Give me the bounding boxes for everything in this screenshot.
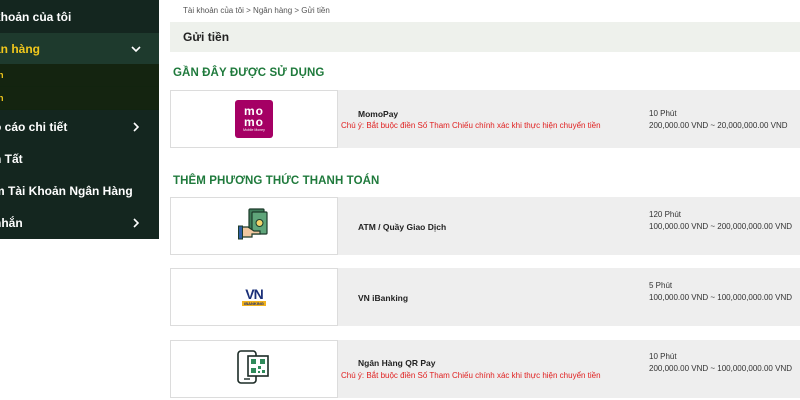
- method-range: 200,000.00 VND ~ 100,000,000.00 VND: [649, 364, 792, 373]
- section-title-recent: GẦN ĐÂY ĐƯỢC SỬ DỤNG: [173, 67, 325, 79]
- sidebar-item-label: khoản của tôi: [0, 10, 72, 24]
- method-range: 100,000.00 VND ~ 100,000,000.00 VND: [649, 293, 792, 302]
- sidebar-item-complete[interactable]: n Tất: [0, 143, 159, 175]
- cash-hand-icon: [238, 207, 270, 246]
- sidebar-item-label: o cáo chi tiết: [0, 120, 68, 134]
- momo-logo: mo mo Mobile Money: [235, 100, 273, 138]
- method-name: Ngân Hàng QR Pay: [358, 358, 436, 368]
- sidebar-subitem-withdraw[interactable]: n: [0, 87, 159, 109]
- vn-ibanking-logo: VN iBANKING: [242, 286, 266, 306]
- method-logo: VN iBANKING: [170, 268, 338, 326]
- payment-method-atm[interactable]: ATM / Quầy Giao Dịch 120 Phút 100,000.00…: [170, 197, 800, 255]
- chevron-right-icon[interactable]: [129, 120, 143, 134]
- sidebar-item-messages[interactable]: nhắn: [0, 207, 159, 239]
- method-range: 200,000.00 VND ~ 20,000,000.00 VND: [649, 121, 788, 130]
- method-logo: [170, 197, 338, 255]
- qr-phone-icon: [234, 347, 274, 392]
- section-title-add: THÊM PHƯƠNG THỨC THANH TOÁN: [173, 175, 380, 187]
- method-name: ATM / Quầy Giao Dịch: [358, 222, 447, 232]
- sidebar-subitem-deposit[interactable]: n: [0, 64, 159, 86]
- sidebar-item-my-account[interactable]: khoản của tôi: [0, 1, 159, 33]
- sidebar-item-reports[interactable]: o cáo chi tiết: [0, 111, 159, 143]
- method-logo: mo mo Mobile Money: [170, 90, 338, 148]
- method-name: MomoPay: [358, 109, 399, 119]
- method-time: 10 Phút: [649, 352, 677, 361]
- method-logo: [170, 340, 338, 398]
- sidebar: khoản của tôi ân hàng n n o cáo chi tiết…: [0, 0, 159, 239]
- breadcrumb: Tài khoản của tôi > Ngân hàng > Gửi tiền: [183, 6, 330, 15]
- payment-method-vn-ibanking[interactable]: VN iBANKING VN iBanking 5 Phút 100,000.0…: [170, 268, 800, 326]
- sidebar-item-label: ân hàng: [0, 42, 41, 56]
- method-name: VN iBanking: [358, 293, 409, 303]
- method-time: 5 Phút: [649, 281, 673, 290]
- sidebar-item-bank[interactable]: ân hàng: [0, 33, 159, 65]
- method-time: 10 Phút: [649, 109, 677, 118]
- method-time: 120 Phút: [649, 210, 682, 219]
- page-title-bar: Gửi tiền: [170, 22, 800, 52]
- payment-method-qr-pay[interactable]: Ngân Hàng QR Pay Chú ý: Bắt buộc điền Số…: [170, 340, 800, 398]
- method-note: Chú ý: Bắt buộc điền Số Tham Chiếu chính…: [341, 121, 601, 130]
- method-info: [338, 90, 800, 148]
- chevron-down-icon[interactable]: [129, 42, 143, 56]
- method-note: Chú ý: Bắt buộc điền Số Tham Chiếu chính…: [341, 371, 601, 380]
- sidebar-item-label: n Tất: [0, 152, 23, 166]
- sidebar-item-label: m Tài Khoản Ngân Hàng: [0, 184, 133, 198]
- chevron-right-icon[interactable]: [129, 216, 143, 230]
- payment-method-momopay[interactable]: mo mo Mobile Money MomoPay Chú ý: Bắt bu…: [170, 90, 800, 148]
- page-title: Gửi tiền: [183, 30, 230, 44]
- method-range: 100,000.00 VND ~ 200,000,000.00 VND: [649, 222, 792, 231]
- sidebar-item-add-bank-account[interactable]: m Tài Khoản Ngân Hàng: [0, 175, 159, 207]
- sidebar-submenu: n n: [0, 64, 159, 110]
- sidebar-item-label: nhắn: [0, 216, 23, 230]
